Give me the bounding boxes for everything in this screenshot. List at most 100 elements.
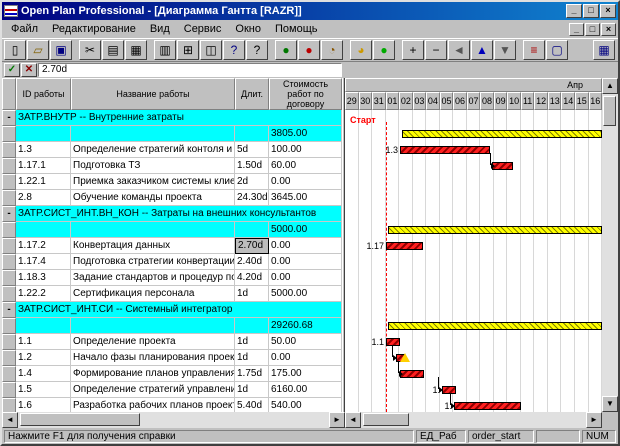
section-title-cell[interactable]: ЗАТР.СИСТ_ИНТ.ВН_КОН -- Затраты на внешн…: [16, 206, 342, 222]
menu-item-3[interactable]: Вид: [143, 22, 177, 36]
menu-item-5[interactable]: Окно: [228, 22, 268, 36]
total-duration-cell[interactable]: [235, 318, 269, 334]
section-title-cell[interactable]: ЗАТР.ВНУТР -- Внутренние затраты: [16, 110, 342, 126]
vscroll-thumb[interactable]: [603, 96, 616, 126]
gantt-hscroll-thumb[interactable]: [363, 413, 409, 426]
toolbar-context-help-button[interactable]: ?: [246, 40, 268, 60]
task-cost-cell[interactable]: 6160.00: [269, 382, 342, 398]
window-minimize-button[interactable]: _: [566, 4, 582, 18]
task-id-cell[interactable]: 1.18.3: [16, 270, 71, 286]
menu-item-2[interactable]: Редактирование: [45, 22, 143, 36]
gantt-summary-bar-row13[interactable]: [388, 322, 602, 330]
mdi-restore-button[interactable]: □: [585, 23, 600, 36]
task-duration-cell[interactable]: 1d: [235, 334, 269, 350]
task-name-cell[interactable]: Начало фазы планирования проекта: [71, 350, 235, 366]
toolbar-move-down-button[interactable]: ▼: [494, 40, 516, 60]
task-name-cell[interactable]: Подготовка стратегии конвертации: [71, 254, 235, 270]
table-scroll-left-button[interactable]: ◄: [2, 412, 18, 428]
task-duration-cell[interactable]: 2.40d: [235, 254, 269, 270]
task-id-cell[interactable]: 1.2: [16, 350, 71, 366]
task-name-cell[interactable]: Подготовка ТЗ: [71, 158, 235, 174]
toolbar-resource-analysis-button[interactable]: ●: [298, 40, 320, 60]
task-cost-cell[interactable]: 3645.00: [269, 190, 342, 206]
task-name-cell[interactable]: Определение стратегий управления и: [71, 382, 235, 398]
menu-item-4[interactable]: Сервис: [177, 22, 229, 36]
cost-column-header[interactable]: Стоимость работ по договору: [269, 78, 342, 110]
scroll-up-button[interactable]: ▲: [602, 78, 618, 94]
toolbar-add-activity-button[interactable]: +: [402, 40, 424, 60]
task-name-cell[interactable]: Сертификация персонала: [71, 286, 235, 302]
name-column-header[interactable]: Название работы: [71, 78, 235, 110]
gantt-summary-bar-row1[interactable]: [402, 130, 602, 138]
task-cost-cell[interactable]: 0.00: [269, 238, 342, 254]
table-hscroll-thumb[interactable]: [20, 413, 140, 426]
vertical-scrollbar[interactable]: ▲▼: [602, 78, 618, 412]
task-duration-cell[interactable]: 1.50d: [235, 158, 269, 174]
task-id-cell[interactable]: 2.8: [16, 190, 71, 206]
toolbar-open-button[interactable]: ▱: [27, 40, 49, 60]
duration-column-header[interactable]: Длит.: [235, 78, 269, 110]
table-scroll-right-button[interactable]: ►: [329, 412, 345, 428]
vscroll-track[interactable]: [602, 94, 618, 396]
toolbar-print-button[interactable]: ▥: [154, 40, 176, 60]
total-duration-cell[interactable]: [235, 126, 269, 142]
task-cost-cell[interactable]: 60.00: [269, 158, 342, 174]
mdi-minimize-button[interactable]: _: [569, 23, 584, 36]
menu-item-6[interactable]: Помощь: [268, 22, 325, 36]
task-duration-cell[interactable]: 5.40d: [235, 398, 269, 412]
menu-item-1[interactable]: Файл: [4, 22, 45, 36]
task-name-cell[interactable]: Задание стандартов и процедур по д: [71, 270, 235, 286]
cancel-edit-button[interactable]: ✕: [21, 63, 37, 77]
task-duration-cell[interactable]: 5d: [235, 142, 269, 158]
gantt-task-bar-row8[interactable]: [386, 242, 423, 250]
total-name-cell[interactable]: [71, 126, 235, 142]
task-cost-cell[interactable]: 5000.00: [269, 286, 342, 302]
task-id-cell[interactable]: 1.22.2: [16, 286, 71, 302]
task-cost-cell[interactable]: 0.00: [269, 350, 342, 366]
task-id-cell[interactable]: 1.22.1: [16, 174, 71, 190]
toolbar-move-up-button[interactable]: ▲: [471, 40, 493, 60]
task-id-cell[interactable]: 1.3: [16, 142, 71, 158]
gantt-task-bar-row3[interactable]: [492, 162, 513, 170]
toolbar-clock-button[interactable]: ◔: [321, 40, 343, 60]
section-title-cell[interactable]: ЗАТР.СИСТ_ИНТ.СИ -- Системный интегратор: [16, 302, 342, 318]
task-cost-cell[interactable]: 0.00: [269, 270, 342, 286]
gantt-task-bar-row2[interactable]: [400, 146, 490, 154]
gantt-hscrollbar[interactable]: ◄►: [345, 412, 602, 428]
toolbar-promote-button[interactable]: ◄: [448, 40, 470, 60]
task-duration-cell[interactable]: 2d: [235, 174, 269, 190]
task-id-cell[interactable]: 1.4: [16, 366, 71, 382]
gantt-task-bar-row16[interactable]: [400, 370, 424, 378]
gantt-hscroll-track[interactable]: [361, 412, 586, 428]
gantt-task-bar-row18[interactable]: [454, 402, 521, 410]
task-cost-cell[interactable]: 0.00: [269, 254, 342, 270]
toolbar-window-layout-button[interactable]: ▦: [593, 40, 615, 60]
row-expand-cell[interactable]: -: [2, 302, 16, 318]
task-name-cell[interactable]: Определение проекта: [71, 334, 235, 350]
task-name-cell[interactable]: Приемка заказчиком системы клиент: [71, 174, 235, 190]
toolbar-screen-button[interactable]: ▢: [546, 40, 568, 60]
mdi-close-button[interactable]: ×: [601, 23, 616, 36]
toolbar-time-analysis-button[interactable]: ●: [275, 40, 297, 60]
cell-edit-field[interactable]: 2.70d: [38, 63, 342, 77]
task-duration-cell[interactable]: 24.30d: [235, 190, 269, 206]
toolbar-progress-button[interactable]: ●: [373, 40, 395, 60]
task-name-cell[interactable]: Определение стратегий контоля и отч: [71, 142, 235, 158]
id-column-header[interactable]: ID работы: [16, 78, 71, 110]
confirm-edit-button[interactable]: ✓: [4, 63, 20, 77]
task-duration-cell-selected[interactable]: 2.70d: [235, 238, 269, 254]
gantt-scroll-left-button[interactable]: ◄: [345, 412, 361, 428]
total-id-cell[interactable]: [16, 222, 71, 238]
total-cost-cell[interactable]: 29260.68: [269, 318, 342, 334]
toolbar-help-button[interactable]: ?: [223, 40, 245, 60]
gantt-summary-bar-row7[interactable]: [388, 226, 602, 234]
task-id-cell[interactable]: 1.17.4: [16, 254, 71, 270]
gantt-task-bar-row17[interactable]: [442, 386, 456, 394]
task-duration-cell[interactable]: 1.75d: [235, 366, 269, 382]
gantt-scroll-right-button[interactable]: ►: [586, 412, 602, 428]
task-id-cell[interactable]: 1.5: [16, 382, 71, 398]
toolbar-save-button[interactable]: ▣: [50, 40, 72, 60]
toolbar-cut-button[interactable]: ✂: [79, 40, 101, 60]
row-expand-cell[interactable]: -: [2, 206, 16, 222]
row-expand-cell[interactable]: -: [2, 110, 16, 126]
